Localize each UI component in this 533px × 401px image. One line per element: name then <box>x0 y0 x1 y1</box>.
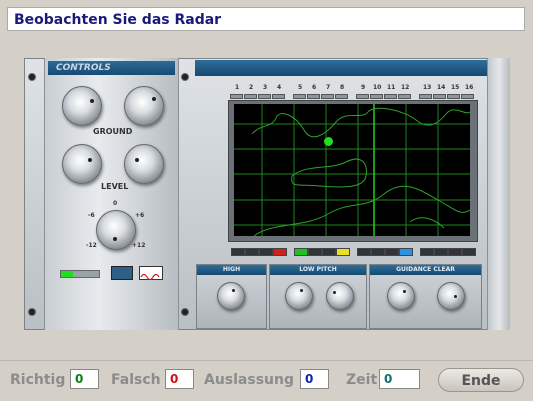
indicator-slot[interactable] <box>420 248 434 256</box>
dial-mark: +6 <box>135 212 145 219</box>
low-pitch-label: LOW PITCH <box>270 265 366 275</box>
low-pitch-knob-left[interactable] <box>285 282 313 310</box>
channel-button[interactable] <box>335 94 348 99</box>
channel-number: 6 <box>312 84 317 91</box>
channel-button[interactable] <box>244 94 257 99</box>
indicator-row <box>231 248 477 256</box>
omission-label: Auslassung <box>204 372 295 388</box>
level-knob-right[interactable] <box>124 144 164 184</box>
low-pitch-knob-right[interactable] <box>326 282 354 310</box>
dial-mark: -6 <box>88 212 95 219</box>
channel-button[interactable] <box>307 94 320 99</box>
indicator-slot[interactable] <box>308 248 322 256</box>
end-button[interactable]: Ende <box>438 368 524 392</box>
channel-button[interactable] <box>293 94 306 99</box>
radar-grid <box>234 104 470 236</box>
channel-number: 12 <box>401 84 410 91</box>
channel-number: 10 <box>373 84 382 91</box>
indicator-blue[interactable] <box>399 248 413 256</box>
channel-number: 16 <box>465 84 474 91</box>
indicator-slot[interactable] <box>259 248 273 256</box>
indicator-slot[interactable] <box>322 248 336 256</box>
high-label: HIGH <box>197 265 266 275</box>
screw-icon <box>181 73 189 81</box>
channel-number: 7 <box>326 84 331 91</box>
channel-number: 4 <box>277 84 282 91</box>
level-label: LEVEL <box>101 182 129 191</box>
channel-number-row: 1 2 3 4 5 6 7 8 9 10 11 12 13 14 15 16 <box>233 84 477 93</box>
screw-icon <box>28 308 36 316</box>
indicator-red[interactable] <box>273 248 287 256</box>
indicator-slot[interactable] <box>385 248 399 256</box>
level-meter <box>60 270 100 278</box>
indicator-slot[interactable] <box>462 248 476 256</box>
guidance-knob-left[interactable] <box>387 282 415 310</box>
dial-mark: -12 <box>86 242 97 249</box>
channel-number: 14 <box>437 84 446 91</box>
indicator-slot[interactable] <box>371 248 385 256</box>
channel-button[interactable] <box>447 94 460 99</box>
channel-number: 8 <box>340 84 345 91</box>
controls-title: CONTROLS <box>48 61 175 75</box>
channel-button[interactable] <box>461 94 474 99</box>
channel-button[interactable] <box>230 94 243 99</box>
waveform-button[interactable] <box>139 266 163 281</box>
waveform-icon <box>140 273 160 281</box>
time-label: Zeit <box>346 372 378 388</box>
channel-button[interactable] <box>370 94 383 99</box>
top-strip <box>195 60 487 76</box>
high-knob[interactable] <box>217 282 245 310</box>
level-knob-left[interactable] <box>62 144 102 184</box>
dial-mark: +12 <box>132 242 146 249</box>
channel-number: 2 <box>249 84 254 91</box>
dial-mark: 0 <box>113 200 118 207</box>
channel-button[interactable] <box>433 94 446 99</box>
radar-target[interactable] <box>324 137 333 146</box>
channel-button[interactable] <box>272 94 285 99</box>
channel-button[interactable] <box>384 94 397 99</box>
indicator-slot[interactable] <box>434 248 448 256</box>
guidance-clear-section: GUIDANCE CLEAR <box>369 264 482 329</box>
guidance-knob-right[interactable] <box>437 282 465 310</box>
channel-button[interactable] <box>398 94 411 99</box>
omission-count: 0 <box>300 369 329 389</box>
screw-icon <box>181 308 189 316</box>
ground-label: GROUND <box>93 127 133 136</box>
indicator-slot[interactable] <box>245 248 259 256</box>
indicator-slot[interactable] <box>448 248 462 256</box>
gain-knob[interactable] <box>96 210 136 250</box>
indicator-yellow[interactable] <box>336 248 350 256</box>
wrong-count: 0 <box>165 369 194 389</box>
channel-number: 11 <box>387 84 396 91</box>
channel-button[interactable] <box>419 94 432 99</box>
ground-knob-right[interactable] <box>124 86 164 126</box>
channel-button[interactable] <box>356 94 369 99</box>
channel-button[interactable] <box>258 94 271 99</box>
indicator-slot[interactable] <box>357 248 371 256</box>
display-toggle-button[interactable] <box>111 266 133 280</box>
channel-button[interactable] <box>321 94 334 99</box>
indicator-green[interactable] <box>294 248 308 256</box>
channel-number: 1 <box>235 84 240 91</box>
guidance-clear-label: GUIDANCE CLEAR <box>370 265 481 275</box>
channel-number: 13 <box>423 84 432 91</box>
channel-number: 9 <box>361 84 366 91</box>
ground-knob-left[interactable] <box>62 86 102 126</box>
correct-label: Richtig <box>10 372 66 388</box>
channel-number: 3 <box>263 84 268 91</box>
time-value: 0 <box>379 369 420 389</box>
wrong-label: Falsch <box>111 372 161 388</box>
indicator-slot[interactable] <box>231 248 245 256</box>
right-rail <box>487 58 510 330</box>
channel-number: 5 <box>298 84 303 91</box>
correct-count: 0 <box>70 369 99 389</box>
page-title: Beobachten Sie das Radar <box>7 7 525 31</box>
radar-screen <box>234 104 470 236</box>
screw-icon <box>28 73 36 81</box>
channel-number: 15 <box>451 84 460 91</box>
